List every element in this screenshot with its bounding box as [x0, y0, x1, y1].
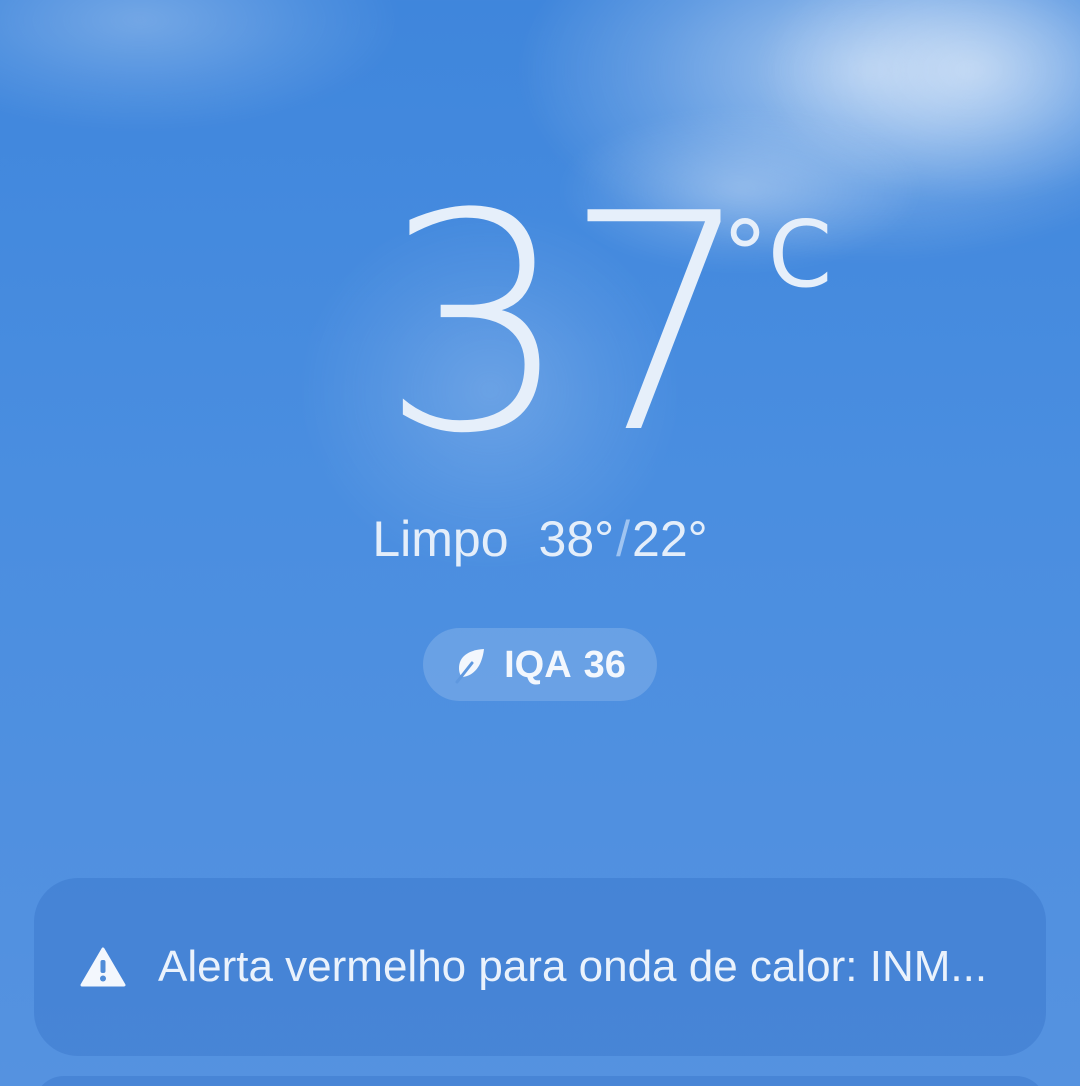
temperature-separator: / — [616, 511, 631, 567]
cloud — [0, 0, 400, 130]
warning-icon — [80, 947, 126, 987]
alert-text: Alerta vermelho para onda de calor: INM.… — [158, 942, 988, 991]
low-temperature: 22° — [632, 511, 708, 567]
aqi-value: 36 — [583, 643, 626, 686]
next-card — [34, 1076, 1046, 1086]
leaf-icon — [455, 648, 485, 683]
aqi-chip[interactable]: IQA 36 — [423, 628, 657, 701]
weather-alert-card[interactable]: Alerta vermelho para onda de calor: INM.… — [34, 878, 1046, 1056]
temperature-unit: °C — [722, 201, 833, 308]
current-temperature: 37 °C — [0, 175, 1080, 475]
temperature-value: 37 — [380, 150, 754, 499]
aqi-label: IQA — [504, 643, 572, 686]
condition-text: Limpo — [372, 511, 509, 567]
high-temperature: 38° — [538, 511, 615, 567]
condition-summary: Limpo 38°/22° — [0, 508, 1080, 570]
